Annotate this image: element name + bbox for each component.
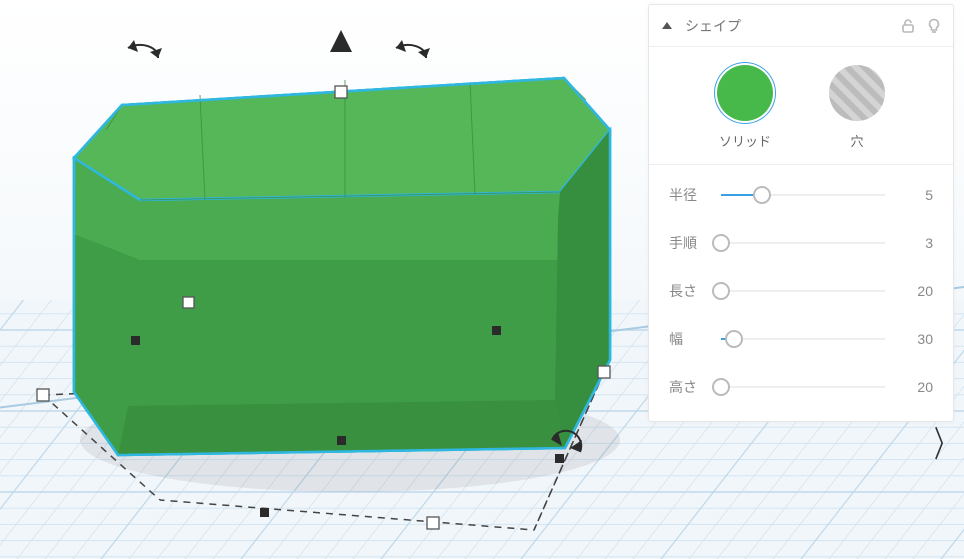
expand-arrow-icon[interactable]: 〉 bbox=[934, 416, 956, 467]
fill-solid-option[interactable]: ソリッド bbox=[717, 65, 773, 150]
param-value: 3 bbox=[899, 235, 933, 251]
hole-label: 穴 bbox=[850, 131, 863, 150]
parameters-section: 半径 5 手順 3 長さ 20 幅 30 高さ 20 bbox=[649, 165, 953, 421]
slider-thumb[interactable] bbox=[753, 186, 771, 204]
param-row: 高さ 20 bbox=[649, 363, 953, 411]
shape-rounded-box[interactable] bbox=[74, 78, 610, 455]
param-value: 20 bbox=[899, 283, 933, 299]
param-slider[interactable] bbox=[721, 329, 885, 349]
param-row: 手順 3 bbox=[649, 219, 953, 267]
lock-icon[interactable] bbox=[899, 17, 917, 35]
lightbulb-icon[interactable] bbox=[925, 17, 943, 35]
param-label: 高さ bbox=[669, 377, 717, 397]
slider-thumb[interactable] bbox=[712, 234, 730, 252]
solid-color-swatch[interactable] bbox=[717, 65, 773, 121]
param-slider[interactable] bbox=[721, 281, 885, 301]
slider-thumb[interactable] bbox=[725, 330, 743, 348]
param-value: 20 bbox=[899, 379, 933, 395]
fill-mode-section: ソリッド 穴 bbox=[649, 47, 953, 165]
panel-header: シェイプ bbox=[649, 5, 953, 47]
param-slider[interactable] bbox=[721, 185, 885, 205]
param-value: 5 bbox=[899, 187, 933, 203]
param-row: 幅 30 bbox=[649, 315, 953, 363]
param-row: 長さ 20 bbox=[649, 267, 953, 315]
param-label: 手順 bbox=[669, 233, 717, 253]
hole-swatch[interactable] bbox=[829, 65, 885, 121]
slider-thumb[interactable] bbox=[712, 378, 730, 396]
param-label: 長さ bbox=[669, 281, 717, 301]
param-row: 半径 5 bbox=[649, 171, 953, 219]
param-label: 半径 bbox=[669, 185, 717, 205]
collapse-panel-button[interactable] bbox=[655, 14, 679, 38]
param-slider[interactable] bbox=[721, 233, 885, 253]
param-slider[interactable] bbox=[721, 377, 885, 397]
slider-thumb[interactable] bbox=[712, 282, 730, 300]
solid-label: ソリッド bbox=[719, 131, 771, 150]
panel-title: シェイプ bbox=[679, 16, 899, 36]
shape-inspector-panel: シェイプ ソリッド 穴 半径 5 bbox=[648, 4, 954, 422]
param-label: 幅 bbox=[669, 329, 717, 349]
fill-hole-option[interactable]: 穴 bbox=[829, 65, 885, 150]
param-value: 30 bbox=[899, 331, 933, 347]
